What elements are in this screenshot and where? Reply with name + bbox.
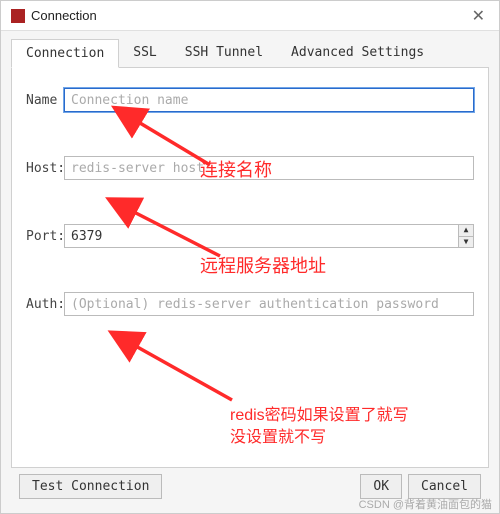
port-wrap: ▲ ▼ <box>64 224 474 248</box>
row-auth: Auth: <box>26 292 474 316</box>
tab-ssh-tunnel[interactable]: SSH Tunnel <box>171 39 277 67</box>
tabbar: Connection SSL SSH Tunnel Advanced Setti… <box>11 39 489 68</box>
label-auth: Auth: <box>26 297 64 312</box>
form-area: Name Host: Port: ▲ ▼ Auth: <box>11 68 489 468</box>
titlebar: Connection ✕ <box>1 1 499 31</box>
port-up-icon[interactable]: ▲ <box>459 225 473 236</box>
bottom-bar: Test Connection OK Cancel <box>11 468 489 505</box>
cancel-button[interactable]: Cancel <box>408 474 481 499</box>
tab-ssl[interactable]: SSL <box>119 39 170 67</box>
tab-connection[interactable]: Connection <box>11 39 119 68</box>
tab-advanced-settings[interactable]: Advanced Settings <box>277 39 438 67</box>
app-icon <box>11 9 25 23</box>
name-input[interactable] <box>64 88 474 112</box>
close-icon[interactable]: ✕ <box>468 6 489 26</box>
ok-button[interactable]: OK <box>360 474 402 499</box>
label-port: Port: <box>26 229 64 244</box>
port-down-icon[interactable]: ▼ <box>459 236 473 248</box>
row-host: Host: <box>26 156 474 180</box>
spacer <box>162 474 354 499</box>
test-connection-button[interactable]: Test Connection <box>19 474 162 499</box>
connection-dialog: Connection ✕ Connection SSL SSH Tunnel A… <box>0 0 500 514</box>
auth-input[interactable] <box>64 292 474 316</box>
port-input[interactable] <box>64 224 458 248</box>
row-name: Name <box>26 88 474 112</box>
port-spinner: ▲ ▼ <box>458 224 474 248</box>
row-port: Port: ▲ ▼ <box>26 224 474 248</box>
host-input[interactable] <box>64 156 474 180</box>
label-host: Host: <box>26 161 64 176</box>
window-title: Connection <box>31 8 468 23</box>
label-name: Name <box>26 93 64 108</box>
content-area: Connection SSL SSH Tunnel Advanced Setti… <box>1 31 499 513</box>
